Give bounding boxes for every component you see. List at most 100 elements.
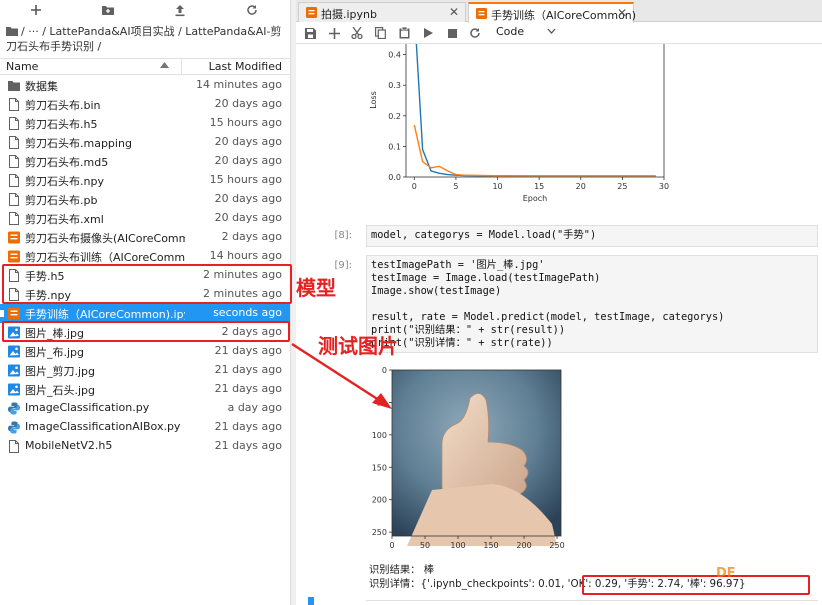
cell-9-prompt: [9]: — [334, 260, 352, 271]
file-browser-toolbar — [0, 0, 290, 22]
file-modified: 2 days ago — [221, 230, 282, 243]
file-row[interactable]: 剪刀石头布.pb 20 days ago — [0, 190, 290, 209]
cut-button[interactable] — [349, 25, 365, 41]
save-button[interactable] — [302, 25, 318, 41]
code-line: print("识别结果：" + str(result)) — [371, 324, 566, 336]
loss-chart: 0.0 0.1 0.2 0.3 0.4 0 5 10 15 20 25 30 Epoch Loss — [369, 44, 669, 203]
copy-button[interactable] — [372, 25, 388, 41]
file-row[interactable]: ImageClassification.py a day ago — [0, 399, 290, 418]
column-name-header[interactable]: Name — [6, 60, 38, 73]
close-icon[interactable]: ✕ — [617, 6, 627, 20]
new-folder-button[interactable] — [99, 2, 117, 18]
cell-8-code[interactable]: model, categorys = Model.load("手势") — [366, 225, 818, 247]
file-icon — [9, 136, 19, 149]
file-modified: 21 days ago — [214, 382, 282, 395]
paste-button[interactable] — [396, 25, 412, 41]
save-icon — [304, 27, 316, 39]
refresh-icon — [247, 5, 257, 15]
file-name: 手势训练（AICoreCommon).ipynb — [25, 308, 185, 321]
plot-frame — [405, 44, 665, 178]
y-tick-label: 100 — [372, 431, 387, 440]
x-tick-label: 5 — [453, 182, 458, 191]
file-row[interactable]: 剪刀石头布.mapping 20 days ago — [0, 133, 290, 152]
notebook-icon — [476, 8, 487, 19]
file-row[interactable]: MobileNetV2.h5 21 days ago — [0, 437, 290, 456]
watermark-logo: DF — [716, 566, 736, 581]
sort-ascending-icon[interactable] — [160, 62, 169, 68]
stop-icon — [447, 28, 457, 38]
file-row[interactable]: 图片_布.jpg 21 days ago — [0, 342, 290, 361]
file-name: 剪刀石头布摄像头(AICoreComm... — [25, 232, 185, 245]
notebook-icon — [306, 7, 317, 18]
x-tick-label: 250 — [549, 541, 564, 550]
file-row[interactable]: 剪刀石头布.h5 15 hours ago — [0, 114, 290, 133]
x-tick-label: 0 — [412, 182, 417, 191]
file-row[interactable]: 剪刀石头布.npy 15 hours ago — [0, 171, 290, 190]
model-annotation-label: 模型 — [296, 276, 336, 300]
new-launcher-button[interactable] — [27, 2, 45, 18]
tab-label: 手势训练（AICoreCommon) — [491, 9, 637, 22]
x-tick-label: 30 — [659, 182, 669, 191]
file-modified: 15 hours ago — [209, 173, 282, 186]
output-result-line: 识别结果： 棒 — [369, 564, 435, 576]
test-image-highlight — [2, 321, 290, 342]
file-icon — [9, 212, 19, 225]
file-modified: 14 hours ago — [209, 249, 282, 262]
refresh-button[interactable] — [243, 2, 261, 18]
y-tick-label: 250 — [372, 528, 387, 537]
file-modified: 21 days ago — [214, 439, 282, 452]
x-tick-label: 100 — [450, 541, 465, 550]
code-line: testImage = Image.load(testImagePath) — [371, 272, 601, 284]
insert-cell-button[interactable] — [326, 25, 342, 41]
image-icon — [8, 364, 20, 377]
notebook-icon — [8, 250, 20, 263]
x-tick-label: 0 — [389, 541, 394, 550]
upload-icon — [175, 4, 185, 16]
notebook-icon — [8, 231, 20, 244]
scissors-icon — [351, 27, 363, 39]
result-highlight — [582, 575, 810, 595]
code-line: Image.show(testImage) — [371, 285, 502, 297]
folder-icon — [8, 81, 20, 91]
file-name: 剪刀石头布.npy — [25, 175, 104, 188]
file-row[interactable]: 图片_剪刀.jpg 21 days ago — [0, 361, 290, 380]
file-row[interactable]: ImageClassificationAIBox.py 21 days ago — [0, 418, 290, 437]
cell-9-code[interactable]: testImagePath = '图片_棒.jpg' testImage = Im… — [366, 255, 818, 353]
breadcrumb[interactable]: / ··· / LattePanda&AI项目实战 / LattePanda&A… — [6, 24, 288, 54]
file-row[interactable]: 图片_石头.jpg 21 days ago — [0, 380, 290, 399]
file-icon — [9, 440, 19, 453]
y-tick-label: 0.0 — [388, 173, 401, 182]
breadcrumb-path[interactable]: / ··· / LattePanda&AI项目实战 / LattePanda&A… — [6, 25, 281, 53]
file-row[interactable]: 剪刀石头布.xml 20 days ago — [0, 209, 290, 228]
file-row[interactable]: 剪刀石头布摄像头(AICoreComm... 2 days ago — [0, 228, 290, 247]
next-cell-indicator — [308, 597, 314, 605]
file-modified: 20 days ago — [214, 192, 282, 205]
file-name: 剪刀石头布.md5 — [25, 156, 109, 169]
x-tick-label: 20 — [576, 182, 586, 191]
column-modified-header[interactable]: Last Modified — [209, 60, 282, 73]
file-row[interactable]: 剪刀石头布.md5 20 days ago — [0, 152, 290, 171]
tab-shoushi-training[interactable]: 手势训练（AICoreCommon) ✕ — [468, 2, 637, 23]
close-icon[interactable]: ✕ — [449, 5, 459, 19]
restart-button[interactable] — [467, 25, 483, 41]
run-button[interactable] — [420, 25, 436, 41]
file-modified: 20 days ago — [214, 97, 282, 110]
code-line: model, categorys = Model.load("手势") — [371, 229, 597, 241]
model-files-highlight — [2, 264, 292, 304]
chevron-down-icon[interactable] — [547, 28, 556, 34]
upload-button[interactable] — [171, 2, 189, 18]
file-modified: 21 days ago — [214, 344, 282, 357]
file-modified: 14 minutes ago — [196, 78, 282, 91]
file-name: 剪刀石头布.h5 — [25, 118, 98, 131]
file-row[interactable]: 剪刀石头布.bin 20 days ago — [0, 95, 290, 114]
cell-type-select[interactable]: Code — [496, 25, 524, 38]
next-cell[interactable] — [366, 600, 818, 605]
new-folder-icon — [102, 6, 114, 15]
stop-button[interactable] — [444, 25, 460, 41]
file-row[interactable]: 数据集 14 minutes ago — [0, 76, 290, 95]
file-name: MobileNetV2.h5 — [25, 439, 113, 452]
tab-paishe[interactable]: 拍摄.ipynb ✕ — [298, 2, 466, 22]
play-icon — [423, 28, 433, 38]
paste-icon — [399, 27, 409, 39]
